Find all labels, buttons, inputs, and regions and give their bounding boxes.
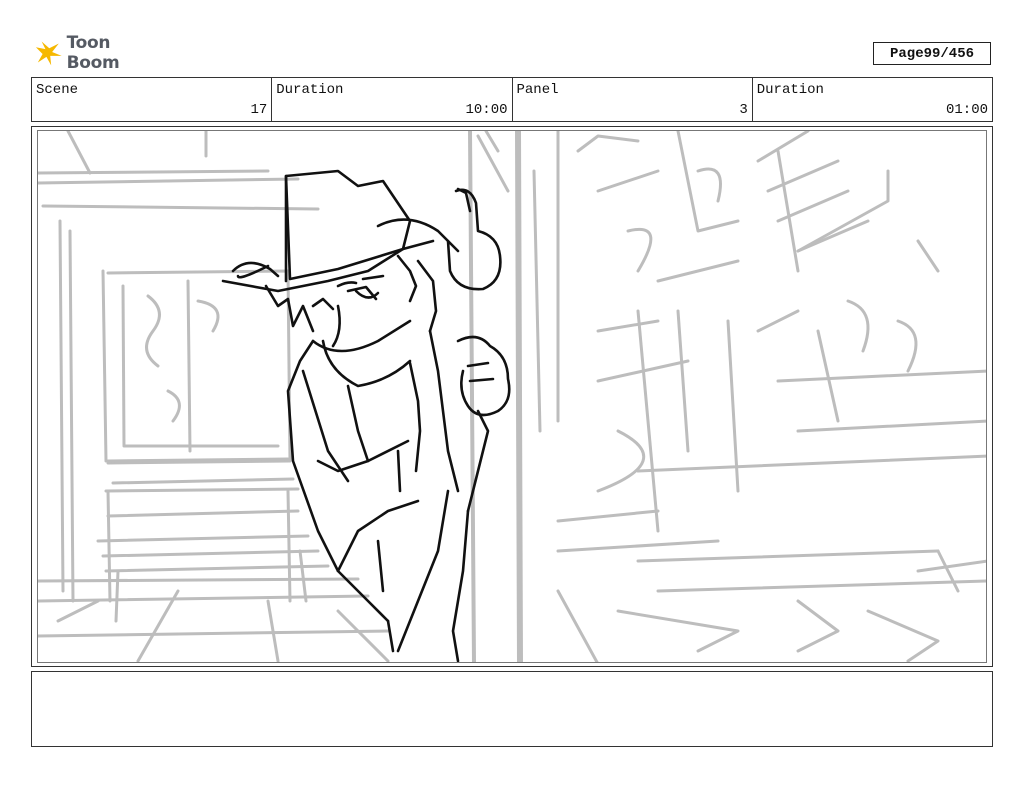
- page-indicator: Page 99/456: [873, 42, 991, 65]
- storyboard-sketch: [37, 130, 987, 663]
- scene-duration-cell: Duration 10:00: [272, 78, 513, 121]
- panel-cell: Panel 3: [513, 78, 753, 121]
- panel-duration-cell: Duration 01:00: [753, 78, 992, 121]
- panel-label: Panel: [516, 82, 559, 98]
- scene-duration-label: Duration: [276, 82, 344, 98]
- background-sketch: [38, 131, 986, 662]
- character-sketch: [221, 169, 511, 662]
- sketch-drawing: [38, 131, 986, 662]
- panel-header: Scene 17 Duration 10:00 Panel 3 Duration…: [31, 77, 993, 122]
- toon-boom-logo: Toon Boom: [34, 33, 164, 73]
- panel-duration-label: Duration: [756, 82, 824, 98]
- scene-cell: Scene 17: [32, 78, 273, 121]
- scene-value: 17: [250, 102, 268, 118]
- panel-duration-value: 01:00: [945, 102, 988, 118]
- panel-value: 3: [739, 102, 748, 118]
- page-number: 99/456: [923, 45, 975, 62]
- scene-duration-value: 10:00: [465, 102, 508, 118]
- panel-notes: [31, 671, 993, 747]
- page-label: Page: [889, 45, 924, 62]
- toon-boom-star-icon: [35, 41, 62, 66]
- scene-label: Scene: [36, 82, 79, 98]
- brand-name: Toon Boom: [66, 33, 120, 73]
